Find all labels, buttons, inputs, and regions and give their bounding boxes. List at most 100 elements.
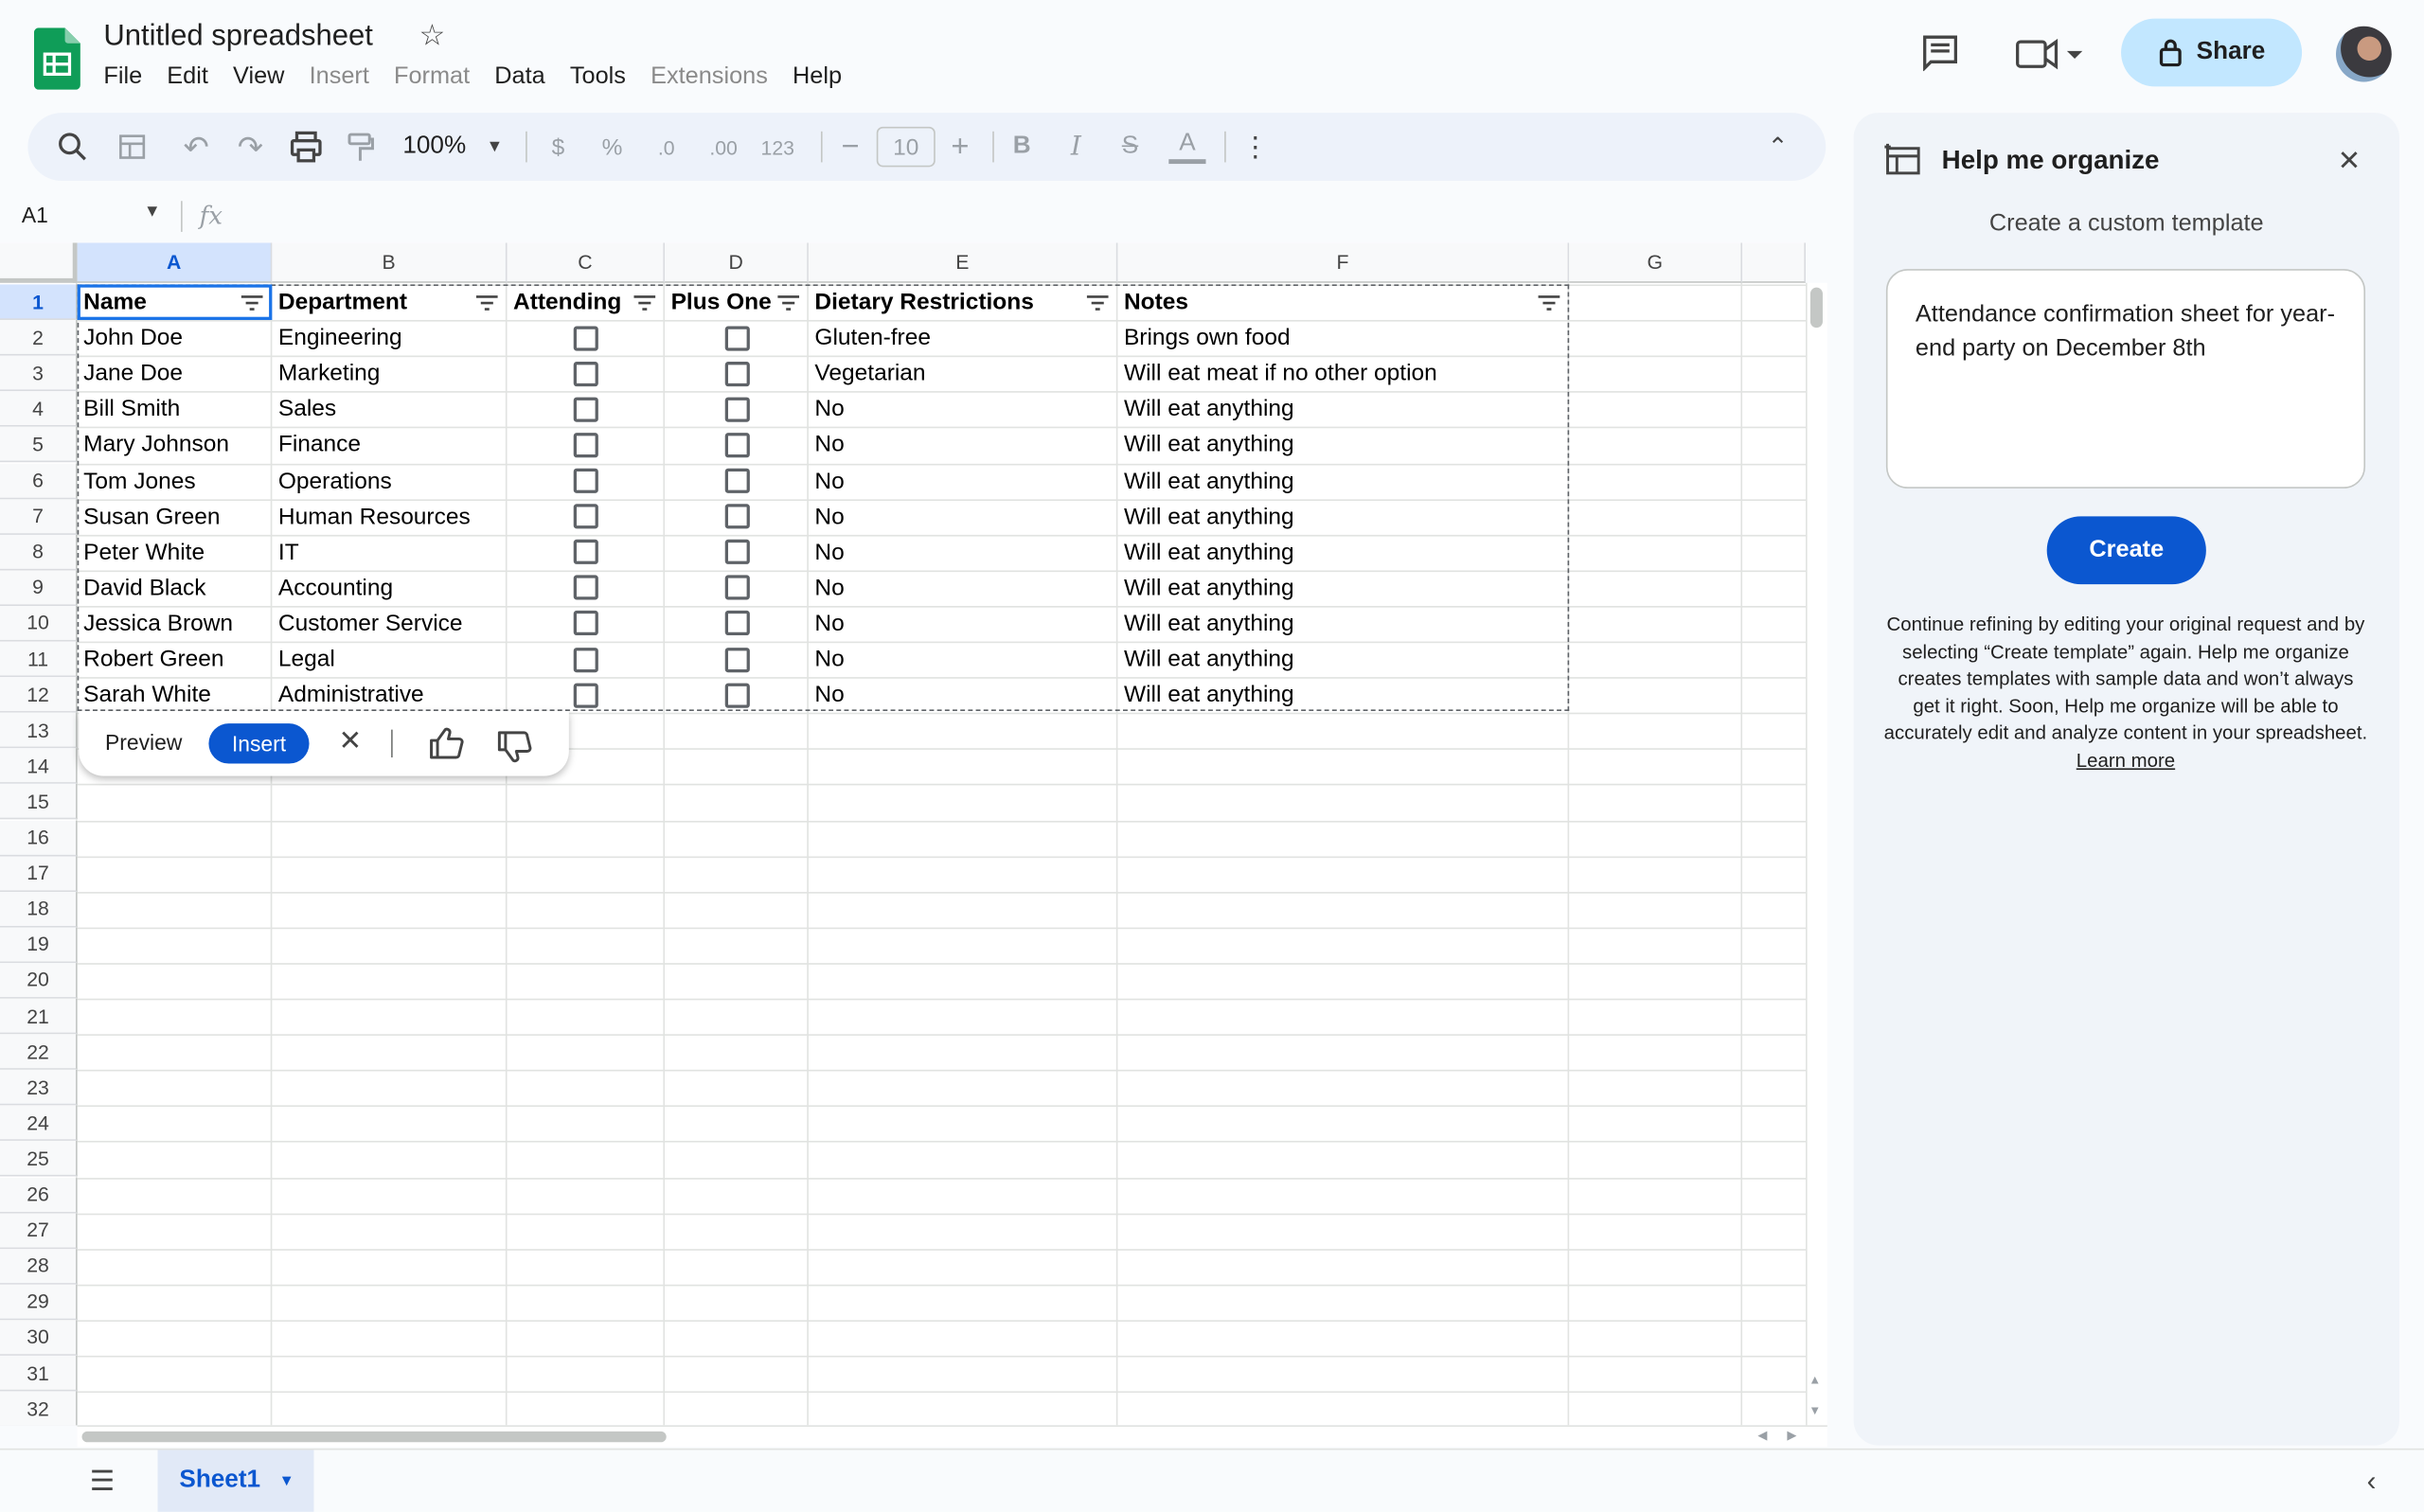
header-cell[interactable]: Name <box>78 284 147 320</box>
plus-one-checkbox[interactable] <box>724 468 750 493</box>
scroll-left-icon[interactable]: ◀ <box>1757 1429 1767 1443</box>
row-header-22[interactable]: 22 <box>0 1034 78 1071</box>
menu-view[interactable]: View <box>233 63 284 91</box>
attending-checkbox[interactable] <box>573 540 598 565</box>
attending-checkbox[interactable] <box>573 325 598 350</box>
department-cell[interactable]: Customer Service <box>272 606 463 642</box>
currency-format[interactable]: $ <box>543 113 574 181</box>
plus-one-checkbox[interactable] <box>724 325 750 350</box>
row-header-2[interactable]: 2 <box>0 320 78 356</box>
select-all-corner[interactable] <box>0 242 78 283</box>
column-header-g[interactable]: G <box>1569 242 1743 283</box>
department-cell[interactable]: Human Resources <box>272 499 471 535</box>
attending-checkbox[interactable] <box>573 575 598 600</box>
attending-checkbox[interactable] <box>573 647 598 672</box>
name-box[interactable]: A1 <box>22 203 48 227</box>
dietary-cell[interactable]: No <box>809 427 844 463</box>
notes-cell[interactable]: Will eat anything <box>1117 606 1294 642</box>
scroll-down-icon[interactable]: ▼ <box>1809 1403 1821 1417</box>
department-cell[interactable]: Marketing <box>272 356 381 392</box>
row-header-8[interactable]: 8 <box>0 534 78 571</box>
department-cell[interactable]: Sales <box>272 392 336 428</box>
dietary-cell[interactable]: No <box>809 463 844 499</box>
zoom-caret-icon[interactable]: ▼ <box>479 113 510 181</box>
filter-icon[interactable] <box>241 295 263 311</box>
sheet-tab-caret-icon[interactable]: ▼ <box>279 1472 294 1489</box>
menu-tools[interactable]: Tools <box>570 63 626 91</box>
notes-cell[interactable]: Will eat anything <box>1117 570 1294 606</box>
redo-icon[interactable]: ↷ <box>234 113 268 181</box>
row-header-13[interactable]: 13 <box>0 712 78 749</box>
header-cell[interactable]: Department <box>272 284 407 320</box>
spreadsheet-grid[interactable]: A B C D E F G 1 2 3 4 5 6 7 8 9 10 11 12 13 14 15 16 17 18 19 20 21… <box>0 242 1806 1426</box>
name-cell[interactable]: Tom Jones <box>78 463 195 499</box>
row-header-17[interactable]: 17 <box>0 855 78 892</box>
filter-icon[interactable] <box>633 295 656 311</box>
dietary-cell[interactable]: No <box>809 606 844 642</box>
search-icon[interactable] <box>56 113 90 181</box>
row-header-4[interactable]: 4 <box>0 391 78 428</box>
row-header-9[interactable]: 9 <box>0 570 78 606</box>
thumbs-up-icon[interactable] <box>428 726 465 760</box>
star-icon[interactable]: ☆ <box>419 19 445 55</box>
italic-icon[interactable]: I <box>1060 113 1092 181</box>
row-header-5[interactable]: 5 <box>0 427 78 463</box>
menu-edit[interactable]: Edit <box>167 63 208 91</box>
panel-close-icon[interactable]: ✕ <box>2338 145 2362 177</box>
row-header-14[interactable]: 14 <box>0 748 78 785</box>
row-header-3[interactable]: 3 <box>0 355 78 392</box>
header-cell[interactable]: Attending <box>508 284 621 320</box>
more-options-icon[interactable]: ⋮ <box>1239 113 1271 181</box>
print-icon[interactable] <box>288 113 325 181</box>
row-header-6[interactable]: 6 <box>0 462 78 499</box>
department-cell[interactable]: Finance <box>272 427 361 463</box>
name-cell[interactable]: Jane Doe <box>78 356 183 392</box>
scroll-right-icon[interactable]: ▶ <box>1787 1429 1796 1443</box>
percent-format[interactable]: % <box>597 113 628 181</box>
header-cell[interactable]: Plus One <box>665 284 772 320</box>
menu-data[interactable]: Data <box>494 63 544 91</box>
notes-cell[interactable]: Will eat anything <box>1117 463 1294 499</box>
document-title[interactable]: Untitled spreadsheet <box>103 20 373 54</box>
row-header-23[interactable]: 23 <box>0 1070 78 1106</box>
plus-one-checkbox[interactable] <box>724 432 750 458</box>
filter-icon[interactable] <box>1538 295 1560 311</box>
plus-one-checkbox[interactable] <box>724 575 750 600</box>
plus-one-checkbox[interactable] <box>724 682 750 708</box>
horizontal-scroll-thumb[interactable] <box>81 1431 667 1443</box>
menu-help[interactable]: Help <box>793 63 842 91</box>
sheets-logo-icon[interactable] <box>33 27 80 90</box>
dietary-cell[interactable]: Gluten-free <box>809 320 931 356</box>
insert-button[interactable]: Insert <box>208 723 310 764</box>
dietary-cell[interactable]: No <box>809 570 844 606</box>
dietary-cell[interactable]: No <box>809 642 844 678</box>
menu-extensions[interactable]: Extensions <box>651 63 768 91</box>
vertical-scroll-thumb[interactable] <box>1809 287 1823 329</box>
row-header-26[interactable]: 26 <box>0 1177 78 1214</box>
text-color-icon[interactable]: A <box>1168 113 1206 181</box>
column-header-d[interactable]: D <box>665 242 809 283</box>
notes-cell[interactable]: Will eat anything <box>1117 642 1294 678</box>
notes-cell[interactable]: Will eat anything <box>1117 499 1294 535</box>
undo-icon[interactable]: ↶ <box>179 113 213 181</box>
notes-cell[interactable]: Brings own food <box>1117 320 1291 356</box>
name-cell[interactable]: Jessica Brown <box>78 606 233 642</box>
attending-checkbox[interactable] <box>573 468 598 493</box>
close-icon[interactable]: ✕ <box>339 725 363 757</box>
dietary-cell[interactable]: No <box>809 677 844 713</box>
row-header-21[interactable]: 21 <box>0 998 78 1035</box>
strikethrough-icon[interactable]: S <box>1114 113 1146 181</box>
menu-format[interactable]: Format <box>394 63 470 91</box>
filter-icon[interactable] <box>777 295 800 311</box>
plus-one-checkbox[interactable] <box>724 361 750 386</box>
row-header-25[interactable]: 25 <box>0 1141 78 1178</box>
plus-one-checkbox[interactable] <box>724 611 750 636</box>
menu-file[interactable]: File <box>103 63 142 91</box>
row-header-16[interactable]: 16 <box>0 820 78 856</box>
create-button[interactable]: Create <box>2046 516 2206 585</box>
filter-icon[interactable] <box>475 295 498 311</box>
row-header-29[interactable]: 29 <box>0 1284 78 1321</box>
name-cell[interactable]: Mary Johnson <box>78 427 229 463</box>
avatar[interactable] <box>2336 26 2392 82</box>
department-cell[interactable]: Operations <box>272 463 392 499</box>
